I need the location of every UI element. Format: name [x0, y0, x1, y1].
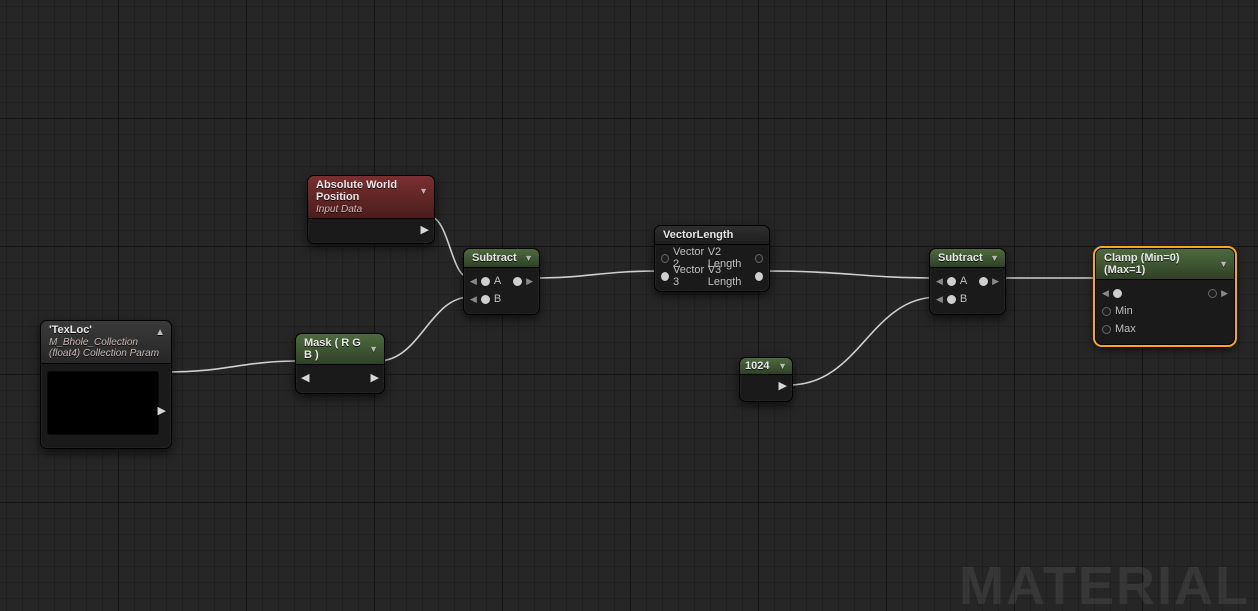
pin-label: A: [960, 275, 967, 287]
node-vector-length[interactable]: VectorLength Vector 2 V2 Length Vector 3: [654, 225, 770, 292]
node-title: Clamp (Min=0) (Max=1): [1104, 252, 1213, 276]
watermark-label: MATERIAL: [959, 555, 1250, 611]
chevron-right-icon: ▶: [371, 371, 379, 384]
chevron-right-icon: ▶: [1221, 289, 1228, 298]
pin-label: V3 Length: [708, 264, 751, 288]
chevron-right-icon: ▶: [158, 404, 166, 417]
chevron-right-icon: ▶: [992, 277, 999, 286]
chevron-left-icon: ▶: [936, 295, 943, 304]
node-mask-rgb[interactable]: Mask ( R G B ) ▼ ▶ ▶: [295, 333, 385, 394]
node-subtitle: Input Data: [316, 204, 362, 215]
node-clamp[interactable]: Clamp (Min=0) (Max=1) ▼ ▶ ▶ Min: [1095, 248, 1235, 345]
pin-label: Min: [1115, 305, 1133, 317]
input-pin-value[interactable]: [1113, 289, 1122, 298]
pin-label: Max: [1115, 323, 1136, 335]
input-pin-max[interactable]: [1102, 325, 1111, 334]
node-absolute-world-position[interactable]: Absolute World Position ▼ Input Data ▶: [307, 175, 435, 244]
collapse-toggle-icon[interactable]: ▲: [155, 327, 165, 338]
input-pin-min[interactable]: [1102, 307, 1111, 316]
chevron-down-icon[interactable]: ▼: [778, 361, 787, 371]
chevron-down-icon[interactable]: ▼: [1219, 259, 1228, 269]
node-subtract-1[interactable]: Subtract ▼ ▶ A ▶ ▶ B: [463, 248, 540, 315]
input-pin-b[interactable]: [947, 295, 956, 304]
chevron-right-icon: ▶: [779, 379, 787, 392]
connection-wires: [0, 0, 1258, 611]
input-pin-b[interactable]: [481, 295, 490, 304]
pin-label: B: [960, 293, 967, 305]
input-pin-a[interactable]: [947, 277, 956, 286]
node-title: Absolute World Position: [316, 179, 413, 203]
chevron-left-icon: ▶: [470, 295, 477, 304]
pin-label: B: [494, 293, 501, 305]
pin-label: Vector 3: [673, 264, 708, 288]
chevron-down-icon[interactable]: ▼: [990, 253, 999, 263]
node-subtitle: M_Bhole_Collection (float4) Collection P…: [49, 337, 165, 359]
node-subtract-2[interactable]: Subtract ▼ ▶ A ▶ ▶ B: [929, 248, 1006, 315]
node-title: 1024: [745, 360, 769, 372]
node-title: 'TexLoc': [49, 324, 92, 336]
chevron-right-icon: ▶: [421, 223, 429, 236]
chevron-down-icon[interactable]: ▼: [524, 253, 533, 263]
output-pin[interactable]: [979, 277, 988, 286]
input-pin-vector3[interactable]: [661, 272, 669, 281]
chevron-right-icon: ▶: [526, 277, 533, 286]
chevron-down-icon[interactable]: ▼: [369, 344, 378, 354]
pin-label: A: [494, 275, 501, 287]
chevron-left-icon: ▶: [470, 277, 477, 286]
output-pin[interactable]: [1208, 289, 1217, 298]
material-graph-canvas[interactable]: 'TexLoc' M_Bhole_Collection (float4) Col…: [0, 0, 1258, 611]
node-texloc[interactable]: 'TexLoc' M_Bhole_Collection (float4) Col…: [40, 320, 172, 449]
node-title: Subtract: [472, 252, 517, 264]
input-pin-a[interactable]: [481, 277, 490, 286]
texture-preview: [47, 371, 159, 435]
node-title: Mask ( R G B ): [304, 337, 363, 361]
output-pin[interactable]: [513, 277, 522, 286]
chevron-left-icon: ▶: [936, 277, 943, 286]
chevron-left-icon: ▶: [1102, 289, 1109, 298]
chevron-left-icon: ▶: [301, 371, 309, 384]
chevron-down-icon[interactable]: ▼: [419, 186, 428, 196]
input-pin-vector2[interactable]: [661, 254, 669, 263]
output-pin-v3length[interactable]: [755, 272, 763, 281]
node-title: VectorLength: [663, 229, 733, 241]
node-title: Subtract: [938, 252, 983, 264]
node-constant-1024[interactable]: 1024 ▼ ▶: [739, 357, 793, 402]
output-pin-v2length[interactable]: [755, 254, 763, 263]
